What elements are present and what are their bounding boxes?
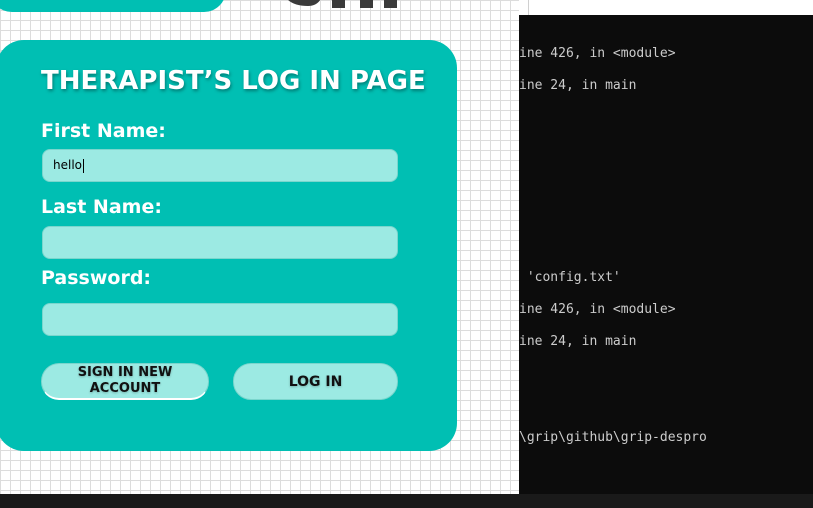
signup-label-line1: SIGN IN NEW	[77, 365, 173, 380]
password-field[interactable]	[42, 303, 398, 336]
password-label: Password:	[41, 267, 152, 289]
app-canvas: THERAPIST’S LOG IN PAGE First Name: hell…	[0, 0, 519, 494]
terminal-line: 'config.txt'	[519, 270, 621, 285]
first-name-label: First Name:	[41, 120, 166, 142]
text-caret	[83, 158, 84, 173]
last-name-label: Last Name:	[41, 196, 162, 218]
terminal-line: ine 426, in <module>	[519, 302, 676, 317]
first-name-value: hello	[53, 158, 82, 172]
top-card-edge	[0, 0, 226, 12]
terminal-line: ine 24, in main	[519, 334, 637, 349]
logo-fragment	[280, 0, 430, 10]
log-in-button[interactable]: LOG IN	[233, 363, 398, 400]
terminal-line: ine 24, in main	[519, 78, 637, 93]
terminal-line: ine 426, in <module>	[519, 46, 676, 61]
signup-label-line2: ACCOUNT	[89, 381, 161, 396]
first-name-field[interactable]: hello	[42, 149, 398, 182]
terminal-window[interactable]: ine 426, in <module> ine 24, in main 'co…	[519, 15, 813, 494]
last-name-field[interactable]	[42, 226, 398, 259]
taskbar-edge	[0, 494, 813, 508]
screen: THERAPIST’S LOG IN PAGE First Name: hell…	[0, 0, 813, 508]
terminal-title-strip	[519, 0, 813, 15]
sign-in-new-account-button[interactable]: SIGN IN NEW ACCOUNT	[41, 363, 209, 400]
divider	[528, 0, 529, 15]
login-card: THERAPIST’S LOG IN PAGE First Name: hell…	[0, 40, 457, 451]
terminal-line: \grip\github\grip-despro	[519, 430, 707, 445]
page-title: THERAPIST’S LOG IN PAGE	[41, 66, 426, 96]
